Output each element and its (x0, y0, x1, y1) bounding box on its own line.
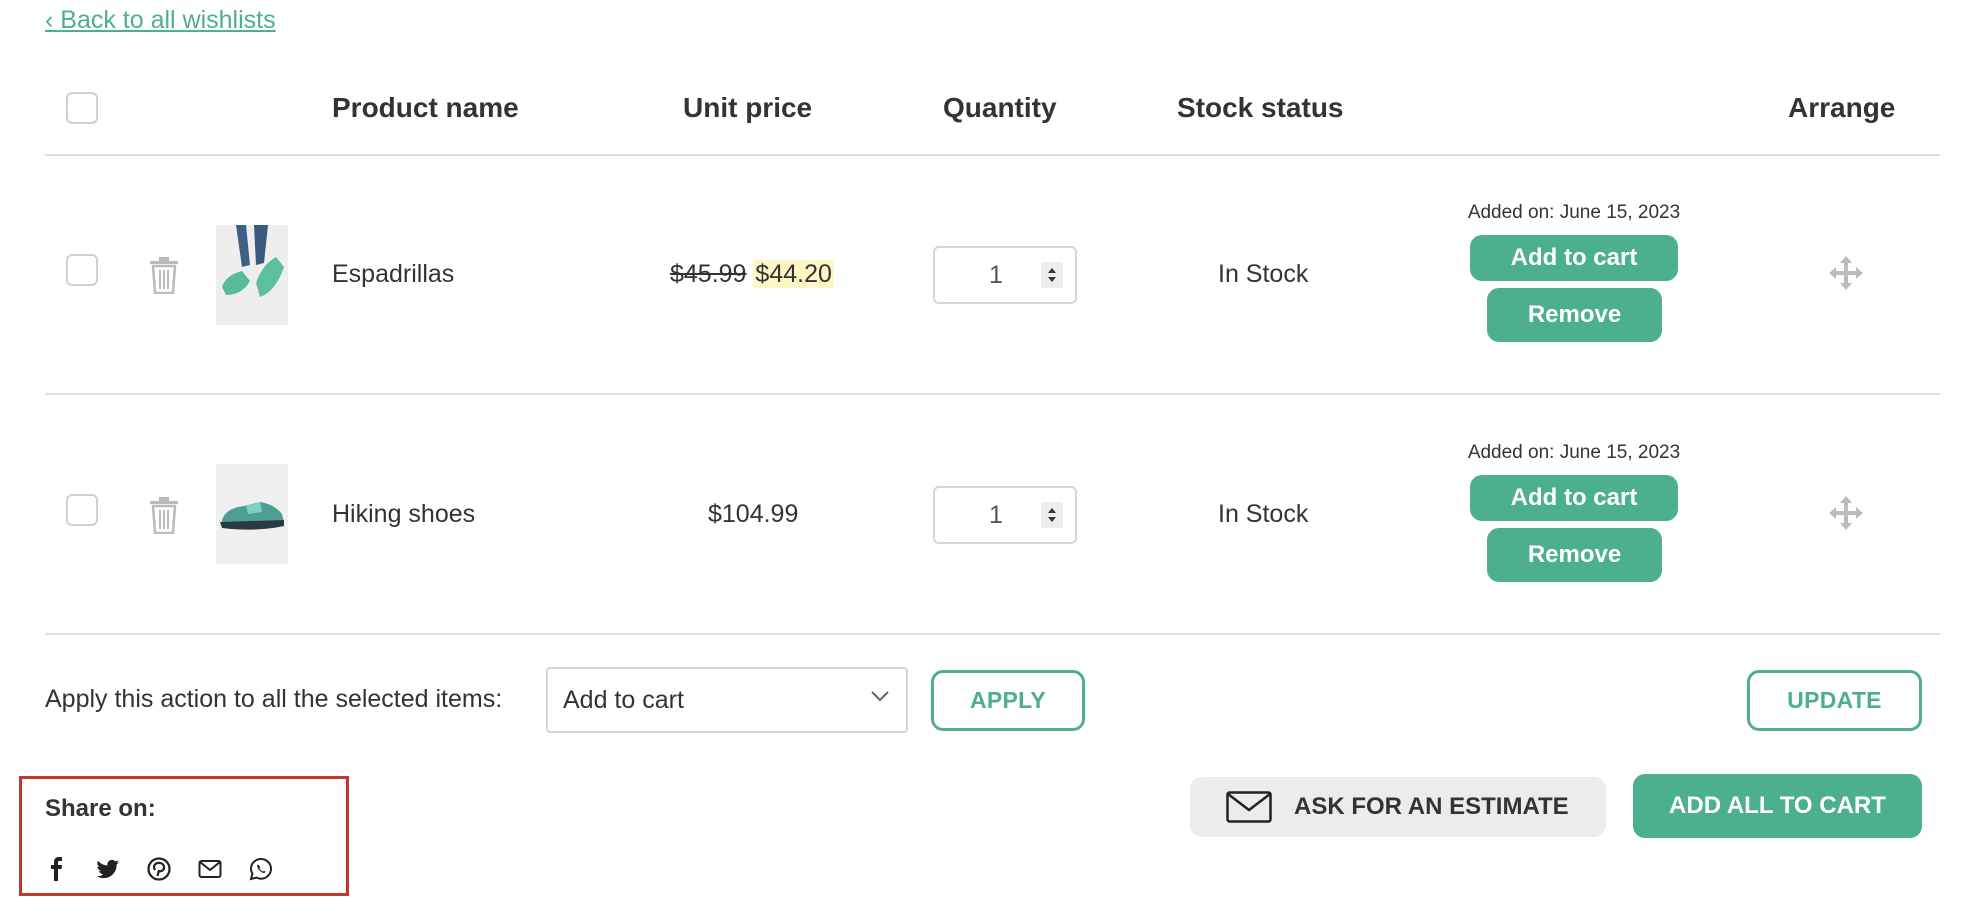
share-label: Share on: (45, 795, 156, 822)
quantity-value[interactable]: 1 (935, 501, 1041, 530)
product-thumbnail[interactable] (216, 225, 288, 325)
envelope-icon (1226, 791, 1272, 823)
pinterest-icon[interactable] (147, 857, 171, 881)
row-divider (45, 393, 1940, 395)
ask-estimate-label: ASK FOR AN ESTIMATE (1294, 793, 1569, 820)
email-icon[interactable] (198, 857, 222, 881)
unit-price: $45.99 $44.20 (670, 260, 834, 289)
sale-price: $44.20 (753, 260, 834, 288)
unit-price: $104.99 (708, 500, 799, 528)
quantity-spinner[interactable] (1041, 262, 1063, 288)
original-price: $45.99 (670, 260, 747, 288)
whatsapp-icon[interactable] (249, 857, 273, 881)
bulk-action-selected: Add to cart (563, 685, 684, 714)
facebook-icon[interactable] (45, 857, 69, 881)
quantity-spinner[interactable] (1041, 502, 1063, 528)
share-section: Share on: (19, 776, 349, 896)
header-product-name: Product name (332, 92, 519, 123)
chevron-down-icon (871, 691, 889, 702)
product-name[interactable]: Espadrillas (332, 260, 454, 289)
product-name[interactable]: Hiking shoes (332, 500, 475, 529)
row-divider (45, 633, 1940, 635)
apply-button[interactable]: APPLY (931, 670, 1085, 731)
added-on-date: Added on: June 15, 2023 (1467, 202, 1681, 223)
spinner-arrows-icon[interactable] (1047, 265, 1057, 285)
quantity-stepper[interactable]: 1 (933, 486, 1077, 544)
move-icon[interactable] (1828, 255, 1864, 291)
header-arrange: Arrange (1788, 92, 1896, 123)
header-quantity: Quantity (943, 92, 1057, 123)
hiking-shoes-image (216, 464, 288, 564)
twitter-icon[interactable] (96, 857, 120, 881)
bulk-action-select[interactable]: Add to cart (546, 667, 908, 733)
remove-button[interactable]: Remove (1487, 288, 1662, 342)
header-stock-status: Stock status (1177, 92, 1344, 123)
back-to-wishlists-link[interactable]: ‹ Back to all wishlists (45, 6, 276, 35)
spinner-arrows-icon[interactable] (1047, 505, 1057, 525)
added-on-date: Added on: June 15, 2023 (1467, 442, 1681, 463)
add-to-cart-button[interactable]: Add to cart (1470, 235, 1678, 281)
row-checkbox[interactable] (66, 494, 98, 526)
add-all-to-cart-button[interactable]: ADD ALL TO CART (1633, 774, 1922, 838)
row-checkbox[interactable] (66, 254, 98, 286)
header-unit-price: Unit price (683, 92, 813, 123)
remove-button[interactable]: Remove (1487, 528, 1662, 582)
espadrillas-image (216, 225, 288, 325)
trash-icon[interactable] (149, 496, 179, 534)
bulk-action-label: Apply this action to all the selected it… (45, 685, 503, 713)
select-all-checkbox[interactable] (66, 92, 98, 124)
quantity-value[interactable]: 1 (935, 261, 1041, 290)
quantity-stepper[interactable]: 1 (933, 246, 1077, 304)
add-to-cart-button[interactable]: Add to cart (1470, 475, 1678, 521)
header-divider (45, 154, 1940, 156)
ask-estimate-button[interactable]: ASK FOR AN ESTIMATE (1190, 777, 1606, 837)
stock-status: In Stock (1218, 260, 1309, 288)
product-thumbnail[interactable] (216, 464, 288, 564)
stock-status: In Stock (1218, 500, 1309, 528)
trash-icon[interactable] (149, 256, 179, 294)
move-icon[interactable] (1828, 495, 1864, 531)
update-button[interactable]: UPDATE (1747, 670, 1922, 731)
